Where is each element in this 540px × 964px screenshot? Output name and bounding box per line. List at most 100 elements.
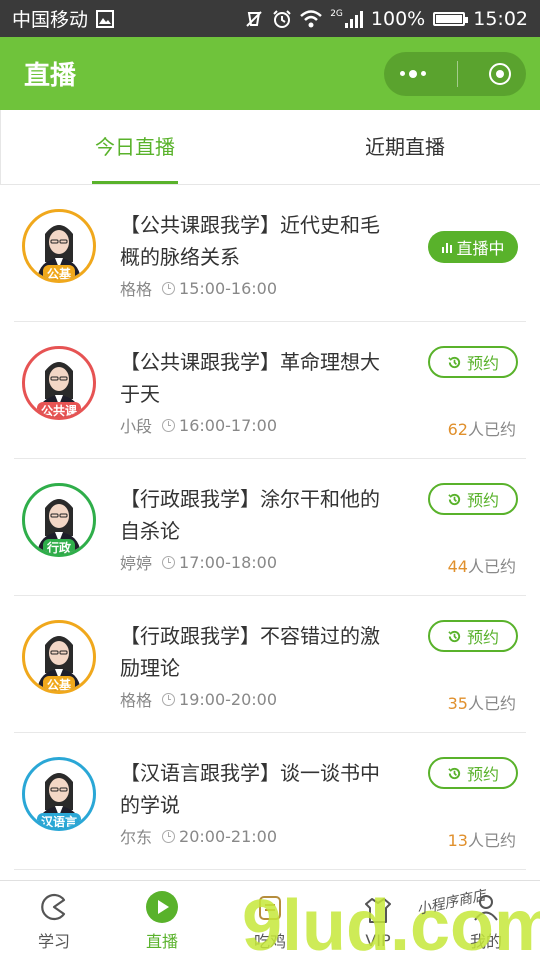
teacher-badge: 公基 bbox=[42, 676, 76, 691]
battery-icon bbox=[433, 11, 469, 26]
live-time-label: 19:00-20:00 bbox=[179, 689, 278, 709]
teacher-avatar: 公共课 bbox=[22, 346, 96, 420]
clock-icon bbox=[162, 555, 176, 569]
status-bar: 中国移动 2G 100% 15:02 bbox=[0, 0, 540, 37]
booked-number: 44 bbox=[447, 557, 468, 576]
reserve-button[interactable]: 预约 bbox=[428, 483, 518, 515]
teacher-badge: 公共课 bbox=[36, 402, 82, 417]
more-options-icon[interactable] bbox=[399, 69, 426, 78]
reserve-label: 预约 bbox=[466, 354, 499, 373]
reserve-button[interactable]: 预约 bbox=[428, 346, 518, 378]
reserve-label: 预约 bbox=[466, 628, 499, 647]
tabbar-label: VIP bbox=[365, 930, 391, 950]
tabbar-item-study[interactable]: 学习 bbox=[0, 881, 108, 961]
teacher-name: 小段 bbox=[120, 417, 153, 436]
live-time: 19:00-20:00 bbox=[162, 690, 277, 709]
miniprogram-capsule bbox=[384, 51, 526, 96]
teacher-name: 婷婷 bbox=[120, 554, 153, 573]
live-time: 17:00-18:00 bbox=[162, 553, 277, 572]
battery-percent: 100% bbox=[370, 7, 426, 30]
teacher-badge: 汉语言 bbox=[36, 813, 82, 828]
capsule-divider bbox=[456, 60, 458, 87]
vibrate-off-icon bbox=[244, 9, 264, 29]
booked-number: 13 bbox=[447, 831, 468, 850]
tabbar-item-live[interactable]: 直播 bbox=[108, 881, 216, 961]
chicken-icon bbox=[253, 890, 287, 924]
live-time-label: 20:00-21:00 bbox=[179, 826, 278, 846]
tabbar-item-mine[interactable]: 我的 bbox=[432, 881, 540, 961]
teacher-badge: 行政 bbox=[42, 539, 76, 554]
alarm-icon bbox=[272, 9, 292, 29]
history-clock-icon bbox=[448, 630, 461, 642]
wifi-icon bbox=[300, 9, 323, 28]
booked-count: 35人已约 bbox=[448, 690, 516, 714]
teacher-avatar: 行政 bbox=[22, 483, 96, 557]
live-time-label: 15:00-16:00 bbox=[179, 278, 278, 298]
teacher-avatar: 公基 bbox=[22, 209, 96, 283]
tabbar-label: 学习 bbox=[37, 932, 70, 951]
live-title: 【行政跟我学】不容错过的激励理论 bbox=[120, 624, 380, 680]
tab-today-live[interactable]: 今日直播 bbox=[0, 110, 270, 184]
teacher-name: 格格 bbox=[120, 280, 153, 299]
live-tabs: 今日直播 近期直播 bbox=[0, 110, 540, 185]
clock-icon bbox=[162, 829, 176, 843]
booked-suffix: 人已约 bbox=[467, 557, 516, 576]
clock-icon bbox=[162, 418, 176, 432]
live-list-item[interactable]: 公基 【行政跟我学】不容错过的激励理论 格格 19:00-20:00 预约 35… bbox=[14, 596, 526, 733]
live-list-item[interactable]: 汉语言 【汉语言跟我学】谈一谈书中的学说 尔东 20:00-21:00 预约 1… bbox=[14, 733, 526, 870]
live-title: 【公共课跟我学】革命理想大于天 bbox=[120, 350, 380, 406]
live-title: 【汉语言跟我学】谈一谈书中的学说 bbox=[120, 761, 380, 817]
teacher-name: 尔东 bbox=[120, 828, 153, 847]
reserve-label: 预约 bbox=[466, 491, 499, 510]
carrier-label: 中国移动 bbox=[12, 9, 89, 31]
live-now-button[interactable]: 直播中 bbox=[428, 231, 518, 263]
live-bars-icon bbox=[442, 243, 453, 253]
tabbar-label: 吃鸡 bbox=[253, 932, 286, 951]
booked-count: 62人已约 bbox=[448, 416, 516, 440]
network-type-label: 2G bbox=[330, 8, 343, 19]
live-list-item[interactable]: 公基 【公共课跟我学】近代史和毛概的脉络关系 格格 15:00-16:00 直播… bbox=[14, 185, 526, 322]
live-meta: 尔东 20:00-21:00 bbox=[120, 824, 277, 848]
clock-icon bbox=[162, 692, 176, 706]
tabbar-item-chicken[interactable]: 吃鸡 bbox=[216, 881, 324, 961]
teacher-avatar: 公基 bbox=[22, 620, 96, 694]
reserve-button[interactable]: 预约 bbox=[428, 757, 518, 789]
live-time: 16:00-17:00 bbox=[162, 416, 277, 435]
live-list-item[interactable]: 公共课 【公共课跟我学】革命理想大于天 小段 16:00-17:00 预约 62… bbox=[14, 322, 526, 459]
live-title: 【公共课跟我学】近代史和毛概的脉络关系 bbox=[120, 213, 380, 269]
tabbar-item-vip[interactable]: VIP bbox=[324, 881, 432, 961]
reserve-button[interactable]: 预约 bbox=[428, 620, 518, 652]
pacman-icon bbox=[37, 890, 71, 924]
live-time-label: 17:00-18:00 bbox=[179, 552, 278, 572]
live-time-label: 16:00-17:00 bbox=[179, 415, 278, 435]
close-miniprogram-icon[interactable] bbox=[488, 62, 511, 85]
booked-suffix: 人已约 bbox=[467, 694, 516, 713]
reserve-label: 预约 bbox=[466, 765, 499, 784]
booked-number: 62 bbox=[447, 420, 468, 439]
booked-count: 13人已约 bbox=[448, 827, 516, 851]
booked-suffix: 人已约 bbox=[467, 420, 516, 439]
teacher-badge: 公基 bbox=[42, 265, 76, 280]
booked-number: 35 bbox=[447, 694, 468, 713]
clock-icon bbox=[162, 281, 176, 295]
live-meta: 格格 19:00-20:00 bbox=[120, 687, 277, 711]
teacher-name: 格格 bbox=[120, 691, 153, 710]
history-clock-icon bbox=[448, 493, 461, 505]
history-clock-icon bbox=[448, 356, 461, 368]
bottom-tab-bar: 学习 直播 吃鸡 VIP 我的 bbox=[0, 880, 540, 961]
live-meta: 小段 16:00-17:00 bbox=[120, 413, 277, 437]
teacher-avatar: 汉语言 bbox=[22, 757, 96, 831]
history-clock-icon bbox=[448, 767, 461, 779]
live-meta: 格格 15:00-16:00 bbox=[120, 276, 277, 300]
live-time: 20:00-21:00 bbox=[162, 827, 277, 846]
clock-time: 15:02 bbox=[473, 7, 528, 30]
live-list-item[interactable]: 行政 【行政跟我学】涂尔干和他的自杀论 婷婷 17:00-18:00 预约 44… bbox=[14, 459, 526, 596]
booked-count: 44人已约 bbox=[448, 553, 516, 577]
live-meta: 婷婷 17:00-18:00 bbox=[120, 550, 277, 574]
tabbar-label: 我的 bbox=[469, 932, 502, 951]
user-icon bbox=[469, 890, 503, 924]
live-title: 【行政跟我学】涂尔干和他的自杀论 bbox=[120, 487, 380, 543]
live-status-label: 直播中 bbox=[456, 239, 505, 258]
tab-upcoming-live[interactable]: 近期直播 bbox=[270, 110, 540, 184]
signal-icon bbox=[344, 10, 363, 28]
